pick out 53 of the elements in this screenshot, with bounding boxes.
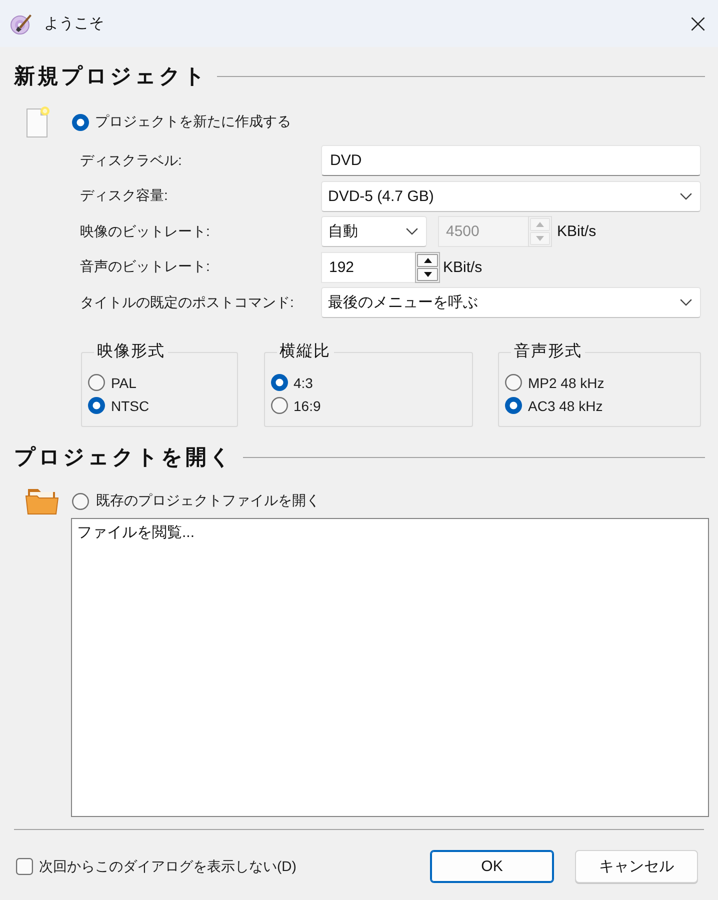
triangle-up-icon xyxy=(536,222,544,227)
checkbox[interactable] xyxy=(16,858,33,875)
radio-button[interactable] xyxy=(270,374,288,391)
dropdown[interactable]: 自動 xyxy=(321,216,427,247)
field-label: タイトルの既定のポストコマンド: xyxy=(80,294,295,312)
new-document-icon xyxy=(26,106,50,138)
folder-icon xyxy=(25,487,59,515)
radio-button[interactable] xyxy=(270,397,288,414)
chevron-down-icon xyxy=(680,192,692,200)
text-field[interactable]: DVD xyxy=(321,145,701,176)
unit-label: KBit/s xyxy=(557,223,596,240)
radio-label[interactable]: NTSC xyxy=(111,398,150,414)
dropdown[interactable]: 最後のメニューを呼ぶ xyxy=(321,287,701,318)
section-heading: 新規プロジェクト xyxy=(14,64,208,90)
group-title: 横縦比 xyxy=(278,343,332,361)
radio-label[interactable]: AC3 48 kHz xyxy=(528,398,603,414)
window-title: ようこそ xyxy=(44,14,105,33)
group-title: 映像形式 xyxy=(96,343,166,361)
dialog-button[interactable]: キャンセル xyxy=(575,850,698,883)
field-label: 映像のビットレート: xyxy=(80,222,211,240)
radio-label[interactable]: 4:3 xyxy=(294,374,313,390)
field-label: 音声のビットレート: xyxy=(80,258,211,276)
triangle-up-icon xyxy=(424,258,432,262)
dialog-button[interactable]: OK xyxy=(430,850,554,883)
field-label: ディスクラベル: xyxy=(80,152,183,170)
chevron-down-icon xyxy=(680,299,692,306)
radio-button[interactable] xyxy=(72,492,89,510)
spin-up-button[interactable] xyxy=(417,254,438,266)
radio-label[interactable]: 既存のプロジェクトファイルを開く xyxy=(96,492,320,510)
triangle-down-icon xyxy=(536,236,544,241)
triangle-down-icon xyxy=(424,272,432,276)
radio-button[interactable] xyxy=(88,374,105,391)
spin-down-button[interactable] xyxy=(417,268,438,280)
field-label: ディスク容量: xyxy=(80,187,169,205)
unit-label: KBit/s xyxy=(443,258,482,276)
number-field[interactable]: 192 xyxy=(321,252,415,282)
radio-label[interactable]: 16:9 xyxy=(294,398,321,414)
chevron-down-icon xyxy=(406,228,418,235)
radio-label[interactable]: MP2 48 kHz xyxy=(528,374,604,390)
radio-button[interactable] xyxy=(505,397,522,414)
radio-button[interactable] xyxy=(505,374,522,391)
close-icon xyxy=(691,16,705,30)
file-list[interactable]: ファイルを閲覧... xyxy=(71,518,709,817)
radio-button[interactable] xyxy=(72,114,89,130)
list-item[interactable]: ファイルを閲覧... xyxy=(77,523,195,542)
radio-label[interactable]: プロジェクトを新たに作成する xyxy=(95,113,291,131)
section-heading: プロジェクトを開く xyxy=(14,444,234,471)
radio-button[interactable] xyxy=(88,397,105,414)
group-title: 音声形式 xyxy=(513,343,583,361)
disc-brush-icon xyxy=(10,12,32,34)
dropdown[interactable]: DVD-5 (4.7 GB) xyxy=(321,180,701,212)
checkbox-label[interactable]: 次回からこのダイアログを表示しない(D) xyxy=(39,858,296,876)
radio-label[interactable]: PAL xyxy=(111,374,136,390)
